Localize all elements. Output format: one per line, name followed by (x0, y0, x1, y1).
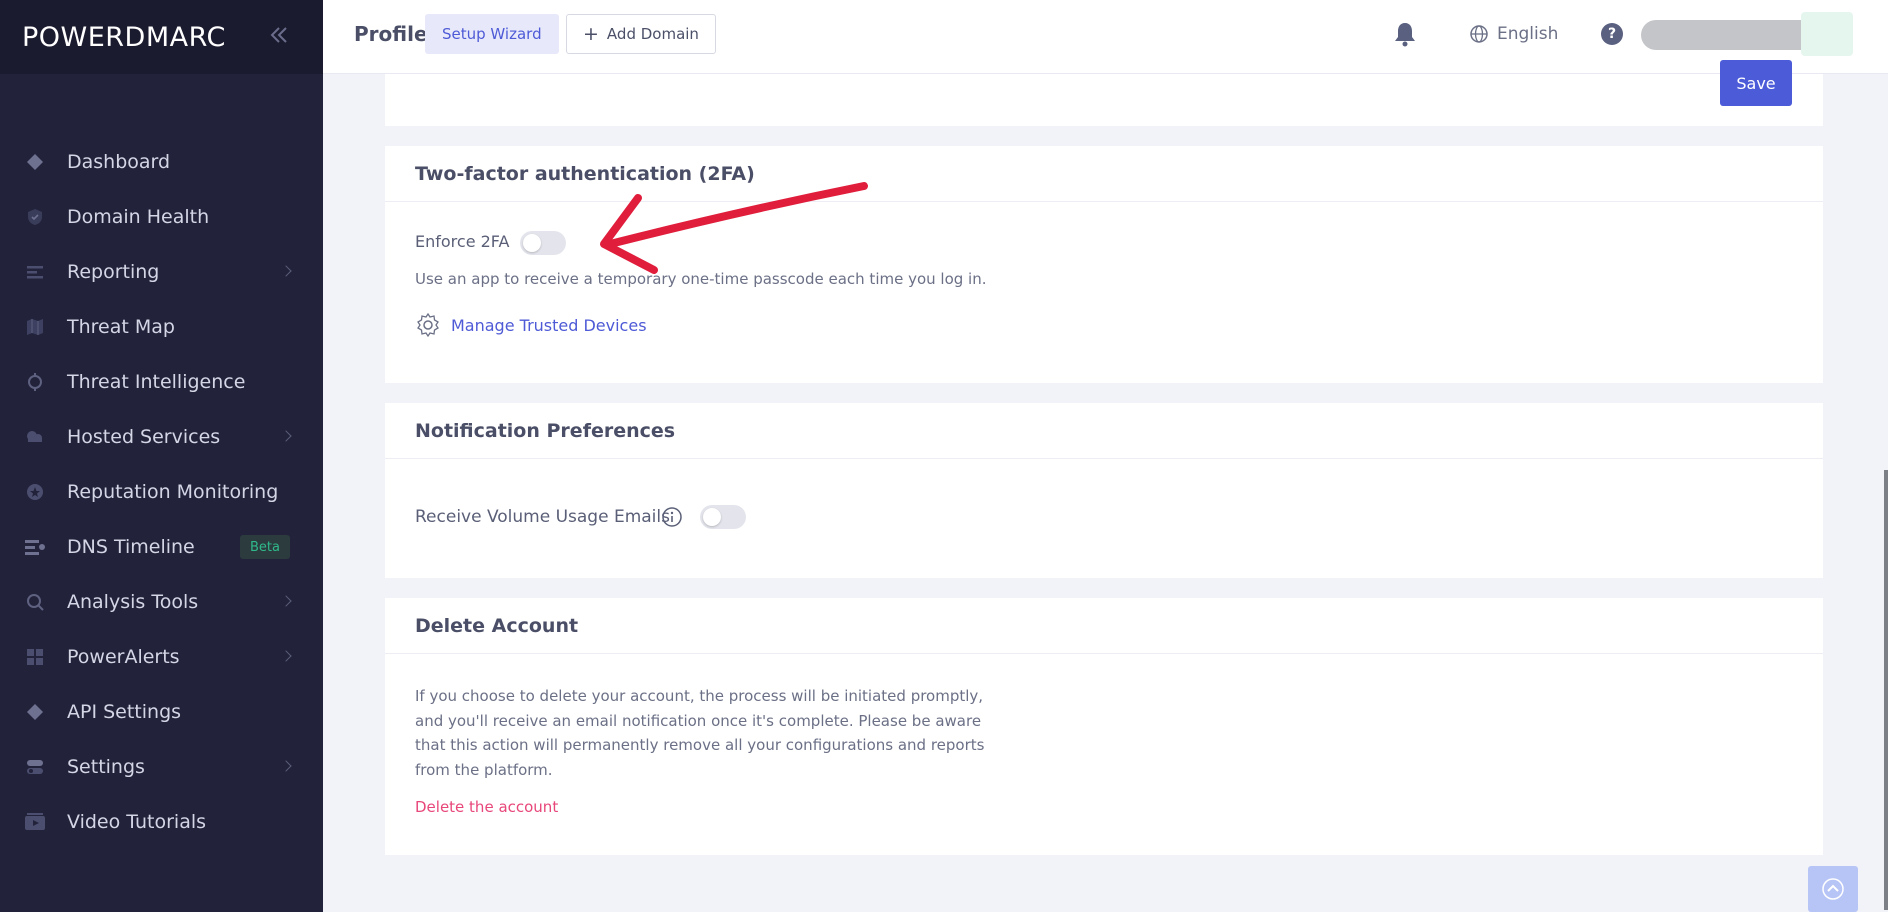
chevron-right-icon (280, 430, 292, 442)
enforce-2fa-label: Enforce 2FA (415, 232, 510, 251)
profile-card (385, 74, 1823, 126)
sidebar-item-label: API Settings (67, 701, 182, 723)
sidebar-item-analysis-tools[interactable]: Analysis Tools (0, 580, 323, 624)
sidebar-item-dashboard[interactable]: Dashboard (0, 140, 323, 184)
delete-account-header: Delete Account (385, 598, 1823, 654)
target-icon (24, 371, 46, 393)
sidebar-item-label: DNS Timeline (67, 536, 195, 558)
sidebar-item-label: Dashboard (67, 151, 171, 173)
sidebar-item-reputation-monitoring[interactable]: Reputation Monitoring (0, 470, 323, 514)
delete-account-title: Delete Account (415, 614, 579, 637)
sidebar-item-label: Video Tutorials (67, 811, 207, 833)
sidebar-item-label: Domain Health (67, 206, 210, 228)
annotation-arrow-icon (600, 182, 868, 274)
sidebar-item-video-tutorials[interactable]: Video Tutorials (0, 800, 323, 844)
sidebar-item-threat-map[interactable]: Threat Map (0, 305, 323, 349)
delete-account-line: and you'll receive an email notification… (415, 711, 982, 730)
magnifier-icon (24, 591, 46, 613)
notification-header: Notification Preferences (385, 403, 1823, 459)
delete-account-link[interactable]: Delete the account (415, 798, 558, 816)
language-selector[interactable]: English (1469, 20, 1558, 48)
sidebar-item-label: PowerAlerts (67, 646, 180, 668)
sidebar-item-label: Threat Map (67, 316, 175, 338)
add-domain-label: Add Domain (606, 25, 699, 43)
logo-bar: POWERDMARC (0, 0, 323, 74)
sidebar-item-reporting[interactable]: Reporting (0, 250, 323, 294)
sidebar-item-label: Settings (67, 756, 145, 778)
toggle-icon (24, 756, 46, 778)
beta-badge: Beta (240, 535, 290, 559)
sidebar-item-label: Threat Intelligence (67, 371, 246, 393)
sidebar-item-label: Hosted Services (67, 426, 221, 448)
map-icon (24, 316, 46, 338)
delete-account-line: If you choose to delete your account, th… (415, 687, 984, 705)
delete-account-body: If you choose to delete your account, th… (385, 654, 1823, 816)
volume-emails-toggle[interactable] (700, 505, 746, 529)
scrollbar[interactable] (1884, 470, 1888, 910)
save-button[interactable]: Save (1720, 60, 1792, 106)
badge-icon (24, 481, 46, 503)
sidebar-item-hosted-services[interactable]: Hosted Services (0, 415, 323, 459)
sidebar-item-poweralerts[interactable]: PowerAlerts (0, 635, 323, 679)
chevron-right-icon (280, 650, 292, 662)
avatar[interactable] (1801, 12, 1853, 56)
sidebar-item-api-settings[interactable]: API Settings (0, 690, 323, 734)
volume-emails-label: Receive Volume Usage Emails (415, 507, 670, 527)
delete-account-description: If you choose to delete your account, th… (415, 684, 1823, 782)
page-title: Profile (354, 22, 428, 46)
delete-account-card: Delete Account If you choose to delete y… (385, 598, 1823, 855)
sidebar-item-label: Analysis Tools (67, 591, 199, 613)
sidebar: POWERDMARC Dashboard Domain Health Repor… (0, 0, 323, 912)
chevron-right-icon (280, 595, 292, 607)
collapse-sidebar-icon[interactable] (266, 22, 292, 48)
sidebar-item-dns-timeline[interactable]: DNS Timeline Beta (0, 525, 323, 569)
shield-icon (24, 206, 46, 228)
notification-title: Notification Preferences (415, 419, 676, 442)
enforce-2fa-toggle[interactable] (520, 231, 566, 255)
help-icon[interactable]: ? (1601, 23, 1623, 45)
reporting-icon (24, 261, 46, 283)
grid-icon (24, 646, 46, 668)
setup-wizard-button[interactable]: Setup Wizard (425, 14, 559, 54)
delete-account-line: from the platform. (415, 760, 553, 779)
scroll-to-top-button[interactable] (1808, 866, 1858, 912)
delete-account-line: that this action will permanently remove… (415, 736, 985, 754)
sidebar-item-label: Reporting (67, 261, 160, 283)
cloud-icon (24, 426, 46, 448)
sidebar-item-domain-health[interactable]: Domain Health (0, 195, 323, 239)
chevron-right-icon (280, 265, 292, 277)
plus-icon: + (583, 23, 599, 45)
globe-icon (1470, 25, 1488, 43)
notification-card: Notification Preferences Receive Volume … (385, 403, 1823, 578)
manage-trusted-devices-label: Manage Trusted Devices (451, 315, 647, 335)
language-label: English (1497, 24, 1559, 44)
sidebar-item-label: Reputation Monitoring (67, 481, 279, 503)
sidebar-item-settings[interactable]: Settings (0, 745, 323, 789)
add-domain-button[interactable]: + Add Domain (566, 14, 716, 54)
diamond-icon (24, 701, 46, 723)
sidebar-item-threat-intelligence[interactable]: Threat Intelligence (0, 360, 323, 404)
gear-icon (417, 312, 439, 338)
bell-icon[interactable] (1392, 20, 1418, 48)
diamond-icon (24, 151, 46, 173)
top-header: Profile Setup Wizard + Add Domain Englis… (323, 0, 1888, 74)
logo: POWERDMARC (22, 21, 226, 53)
video-icon (24, 811, 46, 833)
timeline-icon (24, 536, 46, 558)
arrow-up-icon (1822, 878, 1844, 900)
chevron-right-icon (280, 760, 292, 772)
info-icon[interactable] (661, 506, 683, 528)
manage-trusted-devices-link[interactable]: Manage Trusted Devices (415, 312, 647, 338)
